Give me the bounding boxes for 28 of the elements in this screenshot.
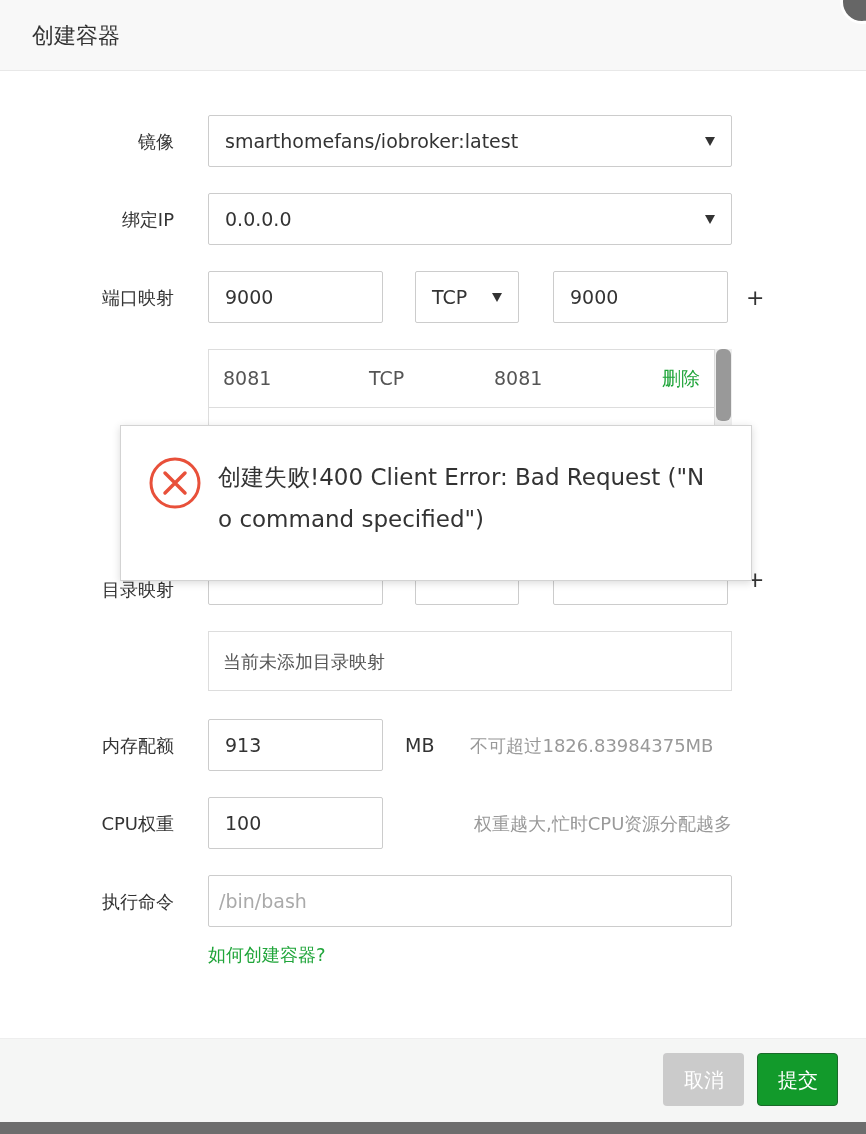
field-label: 目录映射 [101, 578, 174, 602]
list-row: 8081 TCP 8081 删除 [209, 350, 714, 408]
hint-text: 不可超过1826.83984375MB [470, 733, 714, 758]
add-button[interactable]: + [746, 280, 765, 314]
input-field[interactable]: 100 [208, 797, 383, 849]
error-icon [148, 456, 202, 510]
field-label: 镜像 [137, 129, 174, 154]
hint-text: 权重越大,忙时CPU资源分配越多 [474, 811, 733, 836]
select-field[interactable]: smarthomefans/iobroker:latest [208, 115, 732, 167]
input-field[interactable]: 9000 [208, 271, 383, 323]
field-label: CPU权重 [100, 811, 174, 836]
field-label: 端口映射 [101, 285, 174, 310]
scrollbar-thumb[interactable] [716, 349, 731, 421]
field-label: 绑定IP [120, 207, 174, 232]
dialog-title: 创建容器 [32, 21, 120, 50]
unit-label: MB [405, 732, 435, 758]
caret-icon [705, 136, 715, 146]
error-message: 创建失败!400 Client Error: Bad Request ("No command specified") [218, 463, 706, 534]
caret-icon [492, 292, 502, 302]
select-field[interactable]: TCP [415, 271, 519, 323]
submit-button[interactable]: 提交 [757, 1053, 838, 1106]
select-field[interactable]: 0.0.0.0 [208, 193, 732, 245]
caret-icon [705, 214, 715, 224]
input-field[interactable]: 913 [208, 719, 383, 771]
empty-message: 当前未添加目录映射 [208, 631, 732, 691]
field-label: 内存配额 [101, 733, 174, 758]
input-field[interactable]: 9000 [553, 271, 728, 323]
field-label: 执行命令 [101, 889, 174, 914]
